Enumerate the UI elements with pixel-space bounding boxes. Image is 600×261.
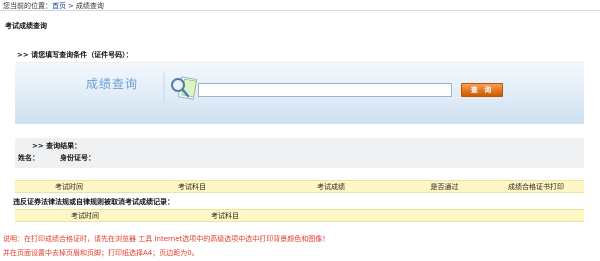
print-notes: 说明：在打印成绩合格证时，请先在浏览器 工具 Internet选项中的高级选项中… [3,232,329,260]
query-prompt: >> 请您填写查询条件（证件号码）： [17,51,133,59]
column-header: 考试时间 [55,182,83,191]
panel-title: 成绩查询 [86,77,139,91]
breadcrumb-separator: > [68,2,74,10]
breadcrumb-current: 成绩查询 [75,2,104,10]
column-header: 考试时间 [71,211,99,220]
breadcrumb-prefix: 您当前的位置： [3,2,52,10]
certificate-number-input[interactable] [198,83,452,97]
violation-table-header: 考试时间 考试科目 [15,209,584,222]
breadcrumb-home-link[interactable]: 首页 [52,2,66,10]
column-header: 考试科目 [211,211,239,220]
name-label: 姓名： [18,154,39,162]
id-number-label: 身份证号： [60,154,95,162]
magnifier-document-icon [162,71,202,105]
header-divider [0,10,600,11]
column-header: 成绩合格证书打印 [508,182,564,191]
results-block: >> 查询结果： 姓名： 身份证号： [15,138,584,168]
note-line: 并在页面设置中去掉页眉和页脚；打印纸选择A4；页边距为0。 [3,249,199,257]
column-header: 考试成绩 [317,182,345,191]
violation-records-title: 违反证券法律法规或自律规则被取消考试成绩记录： [13,198,174,206]
query-panel: 成绩查询 查 询 [15,62,584,124]
note-line: 说明：在打印成绩合格证时，请先在浏览器 工具 Internet选项中的高级选项中… [3,235,330,243]
column-header: 是否通过 [430,182,459,191]
column-header: 考试科目 [178,182,206,191]
page-title: 考试成绩查询 [5,22,47,30]
exam-results-table-header: 考试时间 考试科目 考试成绩 是否通过 成绩合格证书打印 [15,180,584,193]
results-header: >> 查询结果： [32,142,82,150]
search-button[interactable]: 查 询 [461,83,503,97]
